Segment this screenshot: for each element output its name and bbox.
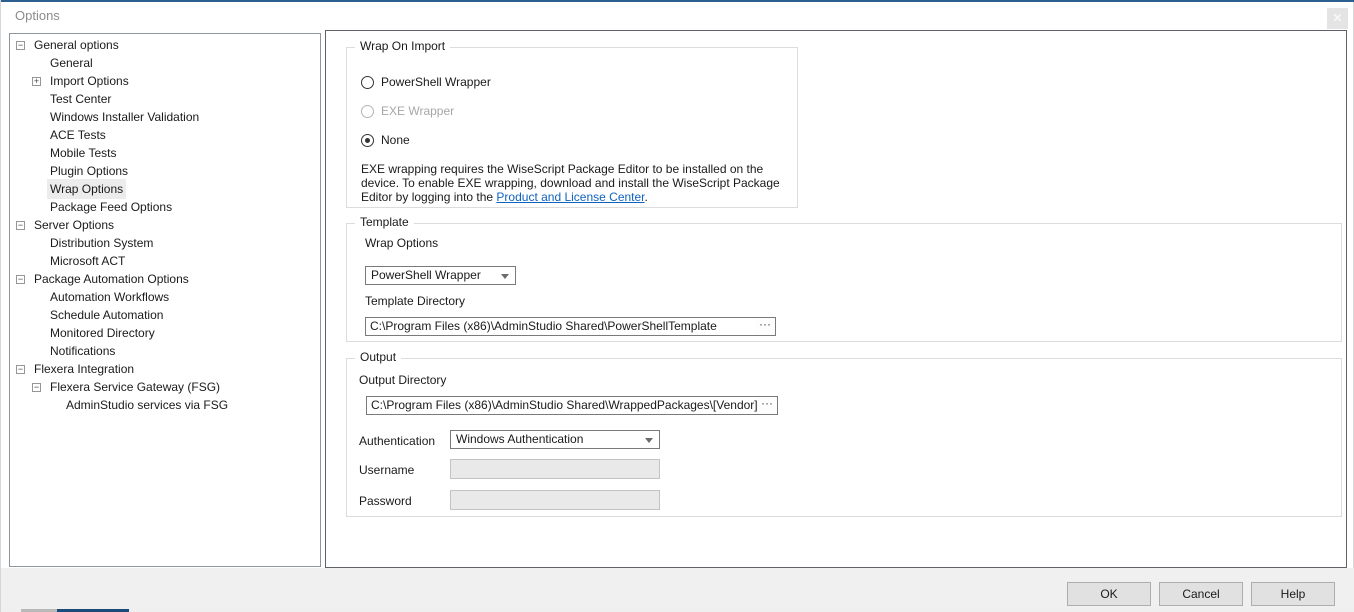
tree-item-windows-installer-validation[interactable]: Windows Installer Validation (10, 108, 320, 126)
window-title: Options (15, 8, 60, 23)
username-label: Username (359, 463, 414, 477)
tree-item-distribution-system[interactable]: Distribution System (10, 234, 320, 252)
collapse-icon[interactable]: − (16, 275, 25, 284)
tree-item-microsoft-act[interactable]: Microsoft ACT (10, 252, 320, 270)
tree-item-label: Mobile Tests (47, 143, 119, 163)
radio-label: EXE Wrapper (381, 104, 454, 118)
tree-item-label: Test Center (47, 89, 114, 109)
output-directory-value: C:\Program Files (x86)\AdminStudio Share… (371, 398, 778, 412)
tree-item-label: Schedule Automation (47, 305, 166, 325)
output-groupbox: Output Output Directory C:\Program Files… (346, 358, 1342, 517)
output-title: Output (355, 350, 401, 364)
expand-icon[interactable]: + (32, 77, 41, 86)
wrap-options-value: PowerShell Wrapper (371, 268, 481, 282)
tree-item-wrap-options[interactable]: Wrap Options (10, 180, 320, 198)
tree-item-label: Monitored Directory (47, 323, 158, 343)
template-groupbox: Template Wrap Options PowerShell Wrapper… (346, 223, 1342, 342)
radio-icon (361, 105, 374, 118)
options-tree: −General optionsGeneral+Import OptionsTe… (9, 33, 321, 567)
tree-item-test-center[interactable]: Test Center (10, 90, 320, 108)
tree-item-monitored-directory[interactable]: Monitored Directory (10, 324, 320, 342)
template-directory-label: Template Directory (365, 294, 465, 308)
tree-item-label: Flexera Service Gateway (FSG) (47, 377, 223, 397)
tree-item-label: Distribution System (47, 233, 156, 253)
tree-item-adminstudio-services-via-fsg[interactable]: AdminStudio services via FSG (10, 396, 320, 414)
wrap-on-import-groupbox: Wrap On Import PowerShell WrapperEXE Wra… (346, 47, 798, 208)
tree-item-label: Microsoft ACT (47, 251, 128, 271)
tree-item-label: AdminStudio services via FSG (63, 395, 231, 415)
wrap-options-combobox[interactable]: PowerShell Wrapper (365, 266, 516, 285)
browse-icon[interactable]: ··· (755, 318, 775, 335)
tree-item-label: Windows Installer Validation (47, 107, 202, 127)
ok-button[interactable]: OK (1067, 582, 1151, 606)
wrap-options-label: Wrap Options (365, 236, 438, 250)
tree-item-plugin-options[interactable]: Plugin Options (10, 162, 320, 180)
password-label: Password (359, 494, 412, 508)
tree-item-label: Flexera Integration (31, 359, 137, 379)
collapse-icon[interactable]: − (16, 221, 25, 230)
authentication-label: Authentication (359, 434, 435, 448)
note-suffix: . (645, 190, 648, 204)
tree-item-schedule-automation[interactable]: Schedule Automation (10, 306, 320, 324)
password-input (450, 490, 660, 510)
template-title: Template (355, 215, 414, 229)
chevron-down-icon (645, 438, 653, 443)
output-directory-label: Output Directory (359, 373, 446, 387)
radio-none[interactable]: None (361, 133, 410, 147)
tree-item-label: Package Automation Options (31, 269, 192, 289)
radio-powershell-wrapper[interactable]: PowerShell Wrapper (361, 75, 491, 89)
titlebar: Options ✕ (1, 2, 1353, 30)
radio-icon[interactable] (361, 76, 374, 89)
tree-item-label: Server Options (31, 215, 117, 235)
authentication-value: Windows Authentication (456, 432, 583, 446)
dialog-footer: OK Cancel Help (1, 568, 1354, 609)
tree-item-automation-workflows[interactable]: Automation Workflows (10, 288, 320, 306)
tree-item-label: Plugin Options (47, 161, 131, 181)
tree-item-package-feed-options[interactable]: Package Feed Options (10, 198, 320, 216)
template-directory-input[interactable]: C:\Program Files (x86)\AdminStudio Share… (365, 317, 776, 336)
template-directory-value: C:\Program Files (x86)\AdminStudio Share… (370, 319, 717, 333)
tree-item-server-options[interactable]: −Server Options (10, 216, 320, 234)
tree-item-label: Automation Workflows (47, 287, 172, 307)
tree-item-label: Notifications (47, 341, 118, 361)
radio-label: None (381, 133, 410, 147)
tree-item-ace-tests[interactable]: ACE Tests (10, 126, 320, 144)
exe-wrapping-note: EXE wrapping requires the WiseScript Pac… (361, 162, 789, 204)
tree-item-flexera-service-gateway-fsg[interactable]: −Flexera Service Gateway (FSG) (10, 378, 320, 396)
tree-item-notifications[interactable]: Notifications (10, 342, 320, 360)
collapse-icon[interactable]: − (32, 383, 41, 392)
tree-item-label: General (47, 53, 96, 73)
tree-item-label: Wrap Options (47, 179, 126, 199)
wrap-on-import-title: Wrap On Import (355, 39, 450, 53)
help-button[interactable]: Help (1251, 582, 1335, 606)
tree-item-package-automation-options[interactable]: −Package Automation Options (10, 270, 320, 288)
tree-item-label: ACE Tests (47, 125, 109, 145)
tree-item-mobile-tests[interactable]: Mobile Tests (10, 144, 320, 162)
tree-item-label: General options (31, 35, 122, 55)
username-input (450, 459, 660, 479)
tree-item-label: Package Feed Options (47, 197, 175, 217)
radio-exe-wrapper: EXE Wrapper (361, 104, 454, 118)
output-directory-input[interactable]: C:\Program Files (x86)\AdminStudio Share… (366, 396, 778, 415)
radio-label: PowerShell Wrapper (381, 75, 491, 89)
chevron-down-icon (501, 274, 509, 279)
radio-icon[interactable] (361, 134, 374, 147)
tree-item-general[interactable]: General (10, 54, 320, 72)
close-icon[interactable]: ✕ (1327, 8, 1348, 29)
settings-panel: Wrap On Import PowerShell Wrapper EXE Wra… (325, 30, 1347, 568)
tree-item-flexera-integration[interactable]: −Flexera Integration (10, 360, 320, 378)
tree-item-import-options[interactable]: + Import Options (10, 72, 320, 90)
product-license-center-link[interactable]: Product and License Center (496, 190, 644, 204)
authentication-combobox[interactable]: Windows Authentication (450, 430, 660, 449)
tree-item-label: Import Options (47, 71, 132, 91)
tree-item-general-options[interactable]: −General options (10, 36, 320, 54)
cancel-button[interactable]: Cancel (1159, 582, 1243, 606)
collapse-icon[interactable]: − (16, 365, 25, 374)
collapse-icon[interactable]: − (16, 41, 25, 50)
browse-icon[interactable]: ··· (757, 397, 777, 414)
